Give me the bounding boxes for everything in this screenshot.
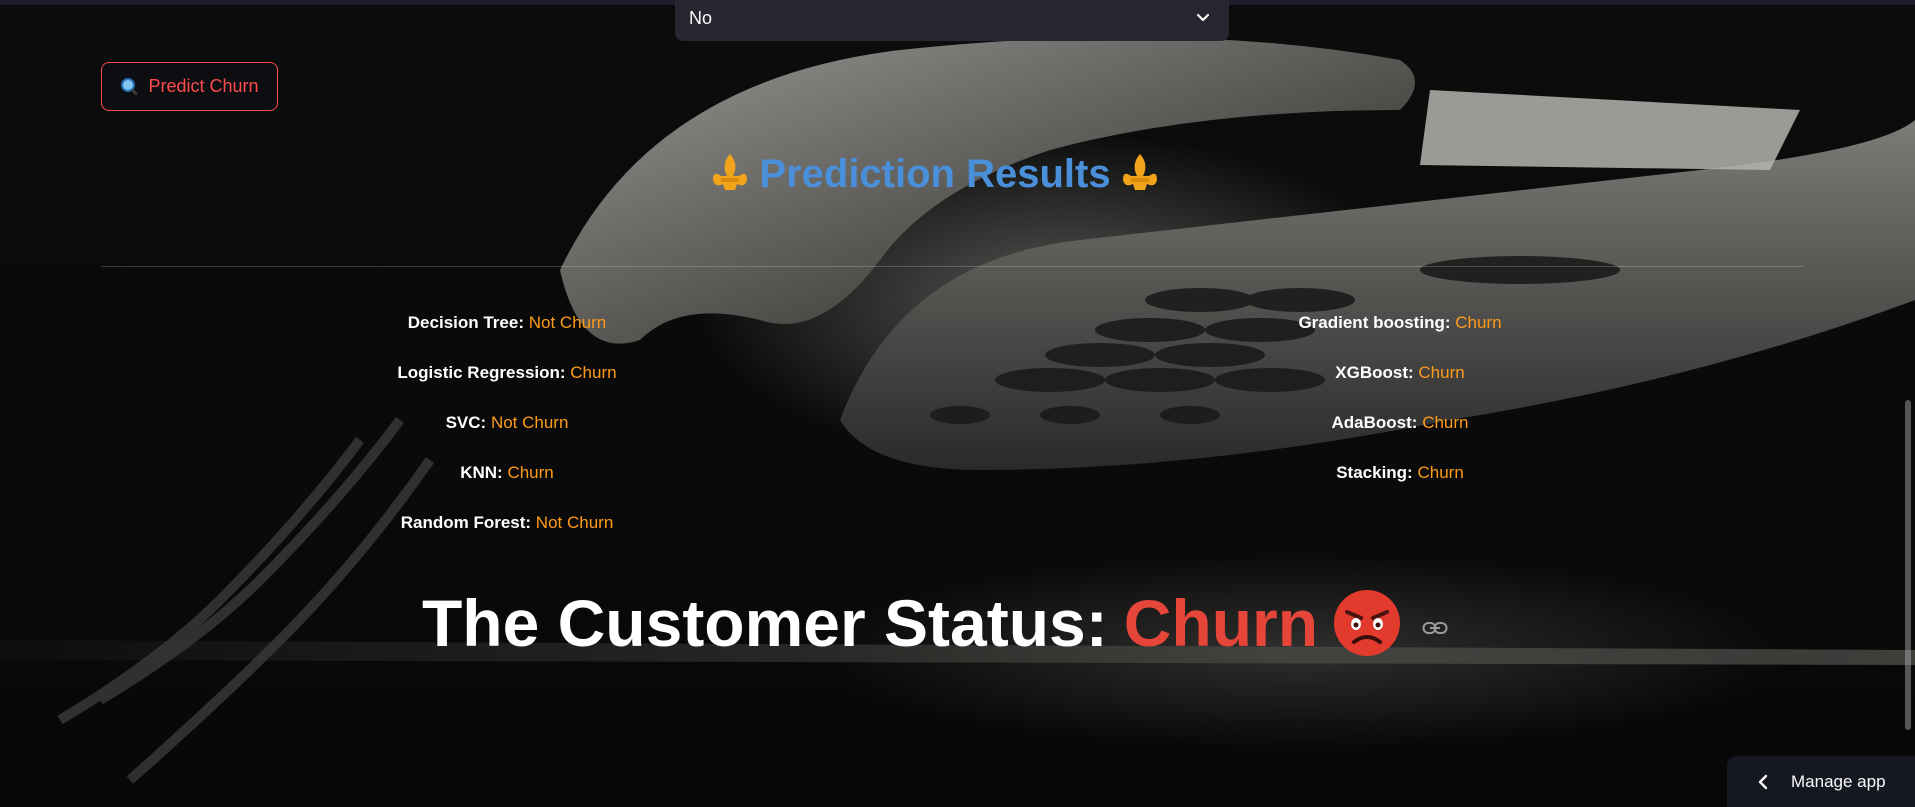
result-row: AdaBoost: Churn (1040, 408, 1760, 458)
prediction-results-heading: Prediction Results (0, 150, 1870, 198)
model-result: Not Churn (535, 513, 614, 532)
predict-churn-label: Predict Churn (148, 76, 259, 96)
page-scrollbar[interactable] (1905, 400, 1911, 730)
fleur-de-lis-icon (713, 154, 748, 190)
customer-status-value: Churn (1123, 586, 1319, 660)
select-dropdown[interactable]: No (675, 0, 1229, 41)
model-result: Not Churn (490, 413, 569, 432)
result-row: Random Forest: Not Churn (147, 508, 867, 558)
model-result: Churn (1418, 363, 1465, 382)
result-row: Logistic Regression: Churn (147, 358, 867, 408)
model-result: Churn (1455, 313, 1502, 332)
results-left-column: Decision Tree: Not Churn Logistic Regres… (147, 308, 867, 558)
model-name: Logistic Regression: (397, 363, 566, 382)
model-name: Decision Tree: (407, 313, 524, 332)
predict-churn-button[interactable]: Predict Churn (101, 62, 278, 111)
model-name: AdaBoost: (1331, 413, 1418, 432)
select-value: No (689, 8, 713, 28)
chevron-left-icon (1758, 774, 1768, 789)
result-row: KNN: Churn (147, 458, 867, 508)
model-name: Stacking: (1336, 463, 1413, 482)
magnifier-icon (121, 77, 138, 95)
model-result: Churn (570, 363, 617, 382)
manage-app-label: Manage app (1791, 771, 1886, 791)
link-icon[interactable] (1422, 620, 1448, 636)
result-row: Decision Tree: Not Churn (147, 308, 867, 358)
section-divider (101, 266, 1804, 267)
angry-face-icon (1334, 590, 1401, 656)
manage-app-button[interactable]: Manage app (1727, 756, 1915, 807)
customer-status-label: The Customer Status: (421, 586, 1108, 660)
app-view: No Predict Churn Prediction Results Deci… (0, 0, 1915, 807)
result-row: SVC: Not Churn (147, 408, 867, 458)
model-name: SVC: (445, 413, 487, 432)
results-right-column: Gradient boosting: Churn XGBoost: Churn … (1040, 308, 1760, 508)
model-name: Random Forest: (400, 513, 532, 532)
fleur-de-lis-icon (1122, 154, 1157, 190)
model-result: Churn (507, 463, 554, 482)
result-row: XGBoost: Churn (1040, 358, 1760, 408)
chevron-down-icon (1196, 13, 1210, 22)
result-row: Stacking: Churn (1040, 458, 1760, 508)
model-result: Churn (1417, 463, 1464, 482)
model-result: Churn (1422, 413, 1469, 432)
result-row: Gradient boosting: Churn (1040, 308, 1760, 358)
customer-status-heading: The Customer Status: Churn (0, 585, 1870, 661)
prediction-results-title: Prediction Results (759, 151, 1111, 196)
model-name: KNN: (460, 463, 503, 482)
model-name: Gradient boosting: (1298, 313, 1451, 332)
model-result: Not Churn (528, 313, 607, 332)
model-name: XGBoost: (1335, 363, 1414, 382)
